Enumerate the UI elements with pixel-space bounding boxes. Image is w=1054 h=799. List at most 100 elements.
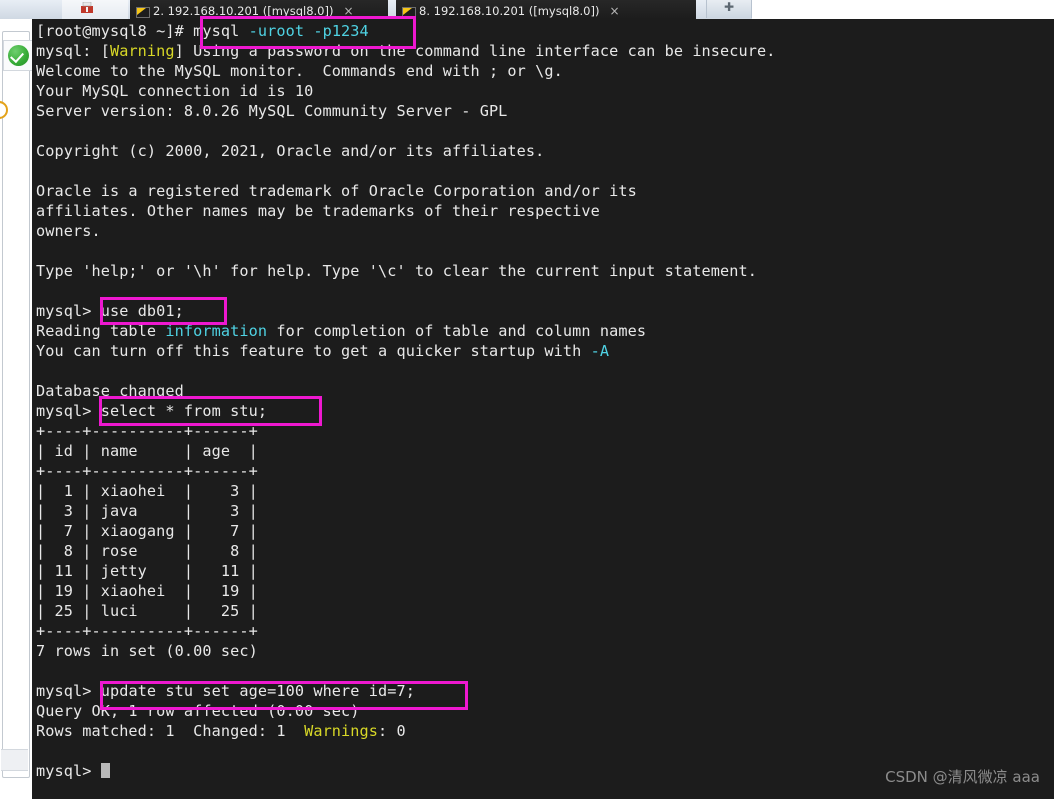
left-sidebar [0, 19, 33, 799]
terminal-text-span: Rows matched: 1 Changed: 1 [36, 722, 305, 740]
green-check-icon [7, 45, 29, 66]
terminal-text-span: Copyright (c) 2000, 2021, Oracle and/or … [36, 142, 545, 160]
terminal-text-span: +----+----------+------+ [36, 622, 258, 640]
terminal-text-span: Your MySQL connection id is 10 [36, 82, 314, 100]
terminal-line: +----+----------+------+ [36, 461, 1054, 481]
terminal-tab-8-label: 8. 192.168.10.201 ([mysql8.0]) [419, 4, 600, 18]
terminal-text-span: Warnings [304, 722, 379, 740]
terminal-text-span: select * from stu; [100, 402, 268, 420]
terminal-text-span: ] Using a password on the command line i… [174, 42, 776, 60]
terminal-line: affiliates. Other names may be trademark… [36, 201, 1054, 221]
plus-icon: ✚ [723, 0, 735, 14]
terminal-text-span: use db01; [100, 302, 184, 320]
terminal-line: owners. [36, 221, 1054, 241]
terminal-line: mysql: [Warning] Using a password on the… [36, 41, 1054, 61]
terminal-text-span: mysql> [36, 762, 101, 780]
terminal-line: +----+----------+------+ [36, 421, 1054, 441]
terminal-text-span: Database changed [36, 382, 184, 400]
terminal-text-span: | 11 | jetty | 11 | [36, 562, 258, 580]
terminal-line: Server version: 8.0.26 MySQL Community S… [36, 101, 1054, 121]
terminal-text-span: mysql> [36, 682, 101, 700]
terminal-text-span: Welcome to the MySQL monitor. Commands e… [36, 62, 563, 80]
terminal-line: 7 rows in set (0.00 sec) [36, 641, 1054, 661]
terminal-line: Database changed [36, 381, 1054, 401]
tab-strip-empty-area [752, 0, 1054, 19]
application-tab-left[interactable] [62, 0, 128, 19]
terminal-text-span: mysql> [36, 402, 101, 420]
terminal-tab-2-close-icon[interactable]: × [343, 5, 353, 17]
terminal-line: Rows matched: 1 Changed: 1 Warnings: 0 [36, 721, 1054, 741]
terminal-line: Reading table information for completion… [36, 321, 1054, 341]
watermark-text: CSDN @清风微凉 aaa [885, 768, 1040, 786]
terminal-tab-icon [136, 6, 150, 18]
terminal-text-span: Warning [109, 42, 175, 60]
terminal-text-span: affiliates. Other names may be trademark… [36, 202, 600, 220]
terminal-line: You can turn off this feature to get a q… [36, 341, 1054, 361]
terminal-tab-2[interactable]: 2. 192.168.10.201 ([mysql8.0]) × [130, 0, 388, 19]
terminal-text-span: -uroot -p1234 [248, 22, 369, 40]
terminal-text-span: owners. [36, 222, 101, 240]
new-tab-button[interactable]: ✚ [706, 0, 752, 18]
terminal-text-span: | 1 | xiaohei | 3 | [36, 482, 258, 500]
terminal-line: mysql> select * from stu; [36, 401, 1054, 421]
terminal-line: mysql> update stu set age=100 where id=7… [36, 681, 1054, 701]
screenshot-root: 2. 192.168.10.201 ([mysql8.0]) × 8. 192.… [0, 0, 1054, 799]
terminal-text-span: update stu set age=100 where id=7; [100, 682, 416, 700]
terminal-text-span: [root@mysql8 ~]# [36, 22, 194, 40]
terminal-text-span: for completion of table and column names [267, 322, 647, 340]
terminal-text-span: Oracle is a registered trademark of Orac… [36, 182, 637, 200]
terminal-line: Oracle is a registered trademark of Orac… [36, 181, 1054, 201]
sidebar-panel [2, 31, 30, 778]
terminal-text-span: | 25 | luci | 25 | [36, 602, 258, 620]
terminal-line: mysql> use db01; [36, 301, 1054, 321]
terminal-tab-8[interactable]: 8. 192.168.10.201 ([mysql8.0]) × [396, 0, 696, 19]
sidebar-bottom-cell[interactable] [1, 749, 28, 771]
sidebar-status-cell[interactable] [3, 40, 33, 71]
terminal-line: | 25 | luci | 25 | [36, 601, 1054, 621]
terminal-text-span: information [165, 322, 268, 340]
terminal-text-span: mysql: [ [36, 42, 110, 60]
terminal-line: Query OK, 1 row affected (0.00 sec) [36, 701, 1054, 721]
terminal-text-span: Reading table [36, 322, 166, 340]
terminal-text-span: | 7 | xiaogang | 7 | [36, 522, 258, 540]
terminal-text-span: You can turn off this feature to get a q… [36, 342, 591, 360]
terminal-text-span: | 8 | rose | 8 | [36, 542, 258, 560]
terminal-text-span: 7 rows in set (0.00 sec) [36, 642, 258, 660]
terminal-text-span: | id | name | age | [36, 442, 258, 460]
terminal-line: +----+----------+------+ [36, 621, 1054, 641]
terminal-text-span: +----+----------+------+ [36, 422, 258, 440]
terminal-line: Type 'help;' or '\h' for help. Type '\c'… [36, 261, 1054, 281]
terminal-line: [root@mysql8 ~]# mysql -uroot -p1234 [36, 21, 1054, 41]
terminal-text-span: -A [590, 342, 610, 360]
terminal-text-span: Server version: 8.0.26 MySQL Community S… [36, 102, 508, 120]
terminal-text-span: mysql> [36, 302, 101, 320]
terminal-tab-8-close-icon[interactable]: × [609, 5, 619, 17]
app-logo-icon [81, 2, 93, 13]
terminal-text-span: | 19 | xiaohei | 19 | [36, 582, 258, 600]
terminal-line: | id | name | age | [36, 441, 1054, 461]
terminal-line: | 11 | jetty | 11 | [36, 561, 1054, 581]
terminal-text-span: mysql [193, 22, 249, 40]
terminal-line: | 7 | xiaogang | 7 | [36, 521, 1054, 541]
terminal-line: Welcome to the MySQL monitor. Commands e… [36, 61, 1054, 81]
terminal-line: Your MySQL connection id is 10 [36, 81, 1054, 101]
terminal-line: | 1 | xiaohei | 3 | [36, 481, 1054, 501]
terminal-text-span: +----+----------+------+ [36, 462, 258, 480]
terminal-line: | 19 | xiaohei | 19 | [36, 581, 1054, 601]
terminal-text-span: Type 'help;' or '\h' for help. Type '\c'… [36, 262, 758, 280]
terminal-line: Copyright (c) 2000, 2021, Oracle and/or … [36, 141, 1054, 161]
terminal-text-span: | 3 | java | 3 | [36, 502, 258, 520]
terminal-tab-icon [402, 6, 416, 18]
terminal-text-span: Query OK, 1 row affected (0.00 sec) [36, 702, 360, 720]
terminal-text-span: : 0 [378, 722, 406, 740]
terminal-cursor [100, 763, 110, 778]
terminal-output[interactable]: [root@mysql8 ~]# mysql -uroot -p1234 mysq… [32, 19, 1054, 799]
terminal-tab-2-label: 2. 192.168.10.201 ([mysql8.0]) [153, 4, 334, 18]
